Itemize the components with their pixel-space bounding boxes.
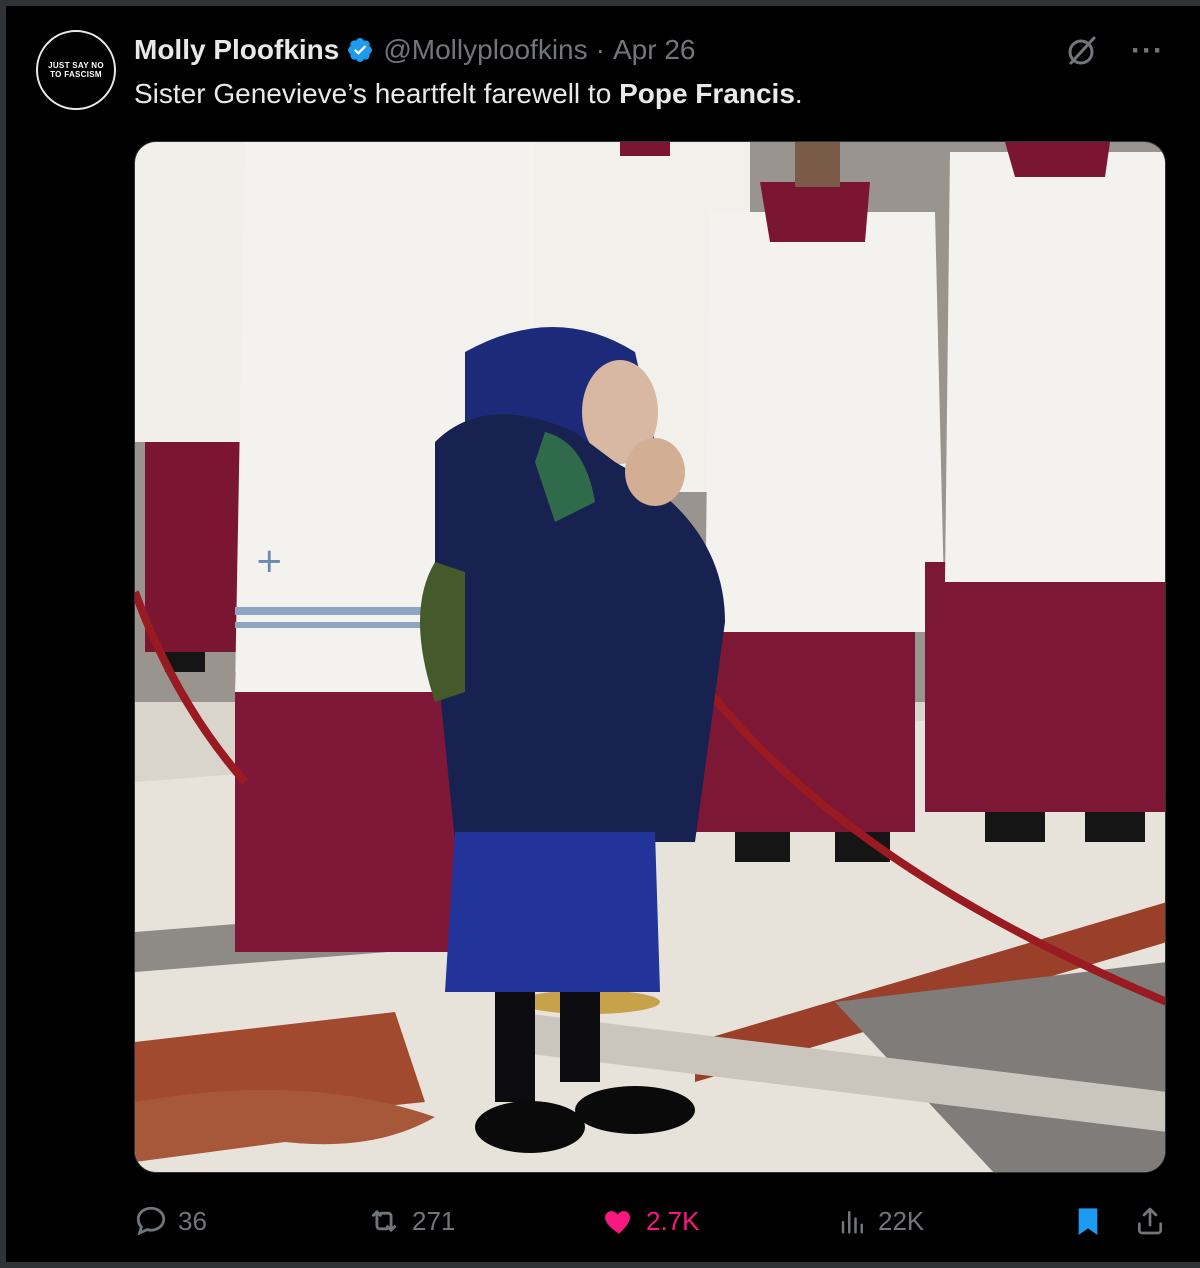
frame-border-left: [0, 0, 6, 1268]
repost-button[interactable]: 271: [366, 1196, 455, 1246]
bookmark-icon: [1078, 1208, 1098, 1235]
frame-border-top: [0, 0, 1200, 6]
display-name[interactable]: Molly Ploofkins: [134, 34, 339, 66]
tweet-text: Sister Genevieve’s heartfelt farewell to…: [134, 78, 803, 110]
handle[interactable]: @Mollyploofkins: [383, 34, 587, 66]
engagement-bar: 36 271 2.7K 22K: [134, 1196, 1168, 1246]
share-button[interactable]: [1134, 1196, 1176, 1246]
views-count: 22K: [878, 1205, 925, 1236]
avatar-text-line1: JUST SAY NO: [48, 61, 104, 70]
avatar[interactable]: JUST SAY NO TO FASCISM: [36, 30, 116, 110]
frame-border-bottom: [0, 1262, 1200, 1268]
like-button[interactable]: 2.7K: [602, 1196, 700, 1246]
svg-text:+: +: [255, 541, 284, 581]
top-actions: ···: [1065, 34, 1164, 68]
tweet-date[interactable]: Apr 26: [613, 34, 696, 66]
separator-dot: ·: [595, 34, 605, 65]
like-count: 2.7K: [646, 1205, 700, 1236]
verified-badge-icon[interactable]: [346, 36, 374, 64]
tweet-text-bold[interactable]: Pope Francis: [619, 78, 795, 109]
repost-icon: [371, 1210, 397, 1232]
more-options-icon[interactable]: ···: [1131, 36, 1164, 66]
views-chart-icon: [841, 1211, 863, 1234]
grok-icon[interactable]: [1065, 34, 1099, 68]
repost-count: 271: [412, 1205, 456, 1236]
tweet-text-end: .: [794, 78, 803, 109]
share-icon: [1138, 1207, 1162, 1235]
views-button[interactable]: 22K: [838, 1196, 924, 1246]
avatar-text-line2: TO FASCISM: [50, 70, 102, 79]
tweet-text-main: Sister Genevieve’s heartfelt farewell to: [134, 78, 620, 109]
reply-button[interactable]: 36: [134, 1196, 207, 1246]
tweet-image[interactable]: +: [134, 141, 1166, 1173]
heart-icon: [605, 1211, 631, 1234]
reply-count: 36: [178, 1205, 207, 1236]
reply-icon: [136, 1206, 166, 1236]
bookmark-button[interactable]: [1072, 1196, 1114, 1246]
tweet-header: Molly Ploofkins @Mollyploofkins · Apr 26: [134, 30, 695, 70]
